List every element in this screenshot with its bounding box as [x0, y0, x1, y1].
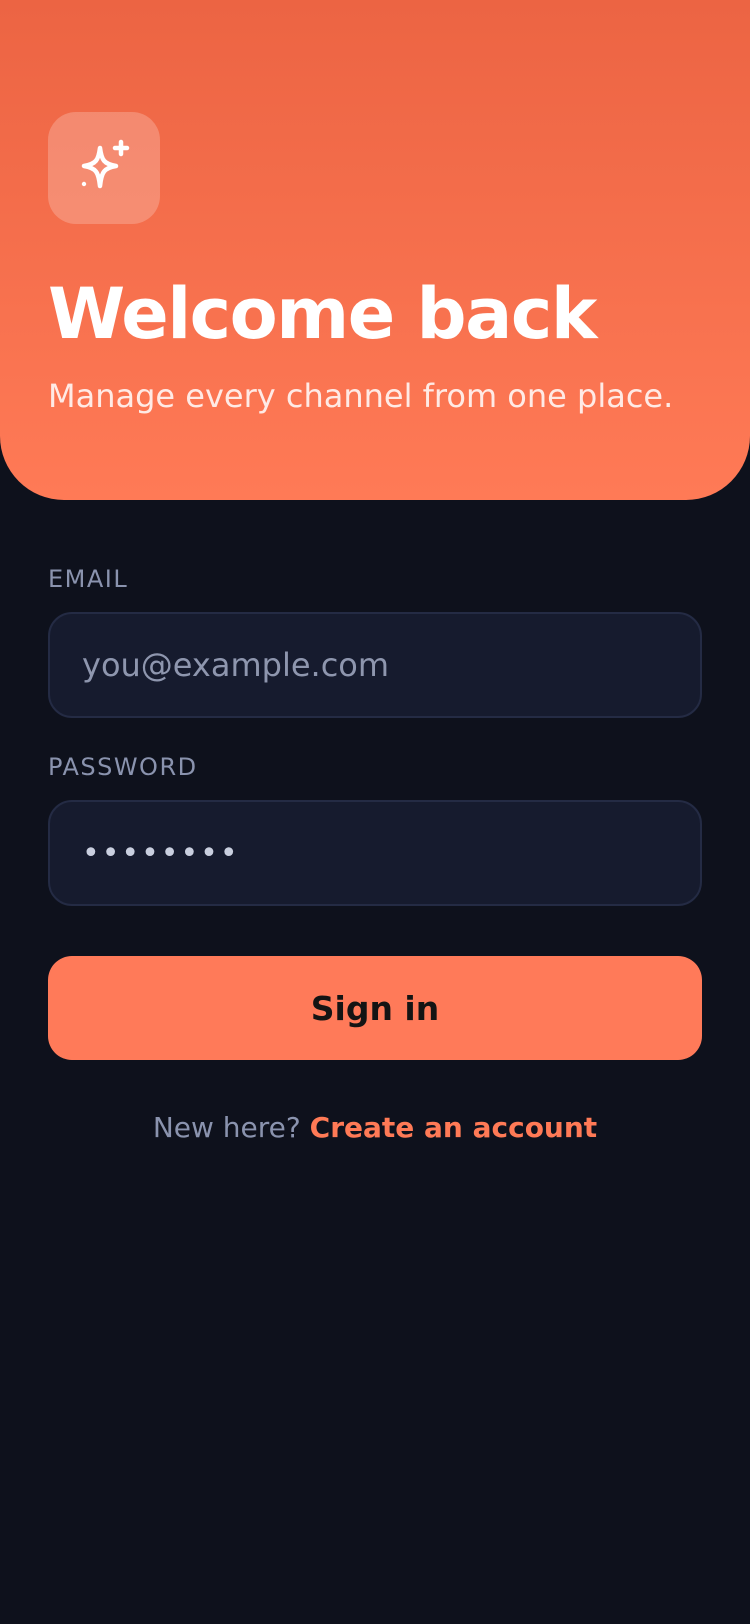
password-input[interactable]	[82, 835, 668, 871]
page-subtitle: Manage every channel from one place.	[48, 377, 674, 415]
signup-prompt-text: New here?	[152, 1111, 301, 1144]
hero-header: Welcome back Manage every channel from o…	[0, 0, 750, 500]
page-title: Welcome back	[48, 273, 597, 355]
create-account-link[interactable]: Create an account	[310, 1111, 598, 1144]
email-input[interactable]	[82, 646, 668, 684]
email-label: EMAIL	[48, 565, 129, 593]
password-field-container[interactable]	[48, 800, 702, 906]
email-field-container[interactable]	[48, 612, 702, 718]
app-logo	[48, 112, 160, 224]
sign-in-button[interactable]: Sign in	[48, 956, 702, 1060]
password-label: PASSWORD	[48, 753, 198, 781]
signup-prompt: New here? Create an account	[0, 1108, 750, 1148]
sparkle-icon	[74, 138, 134, 198]
